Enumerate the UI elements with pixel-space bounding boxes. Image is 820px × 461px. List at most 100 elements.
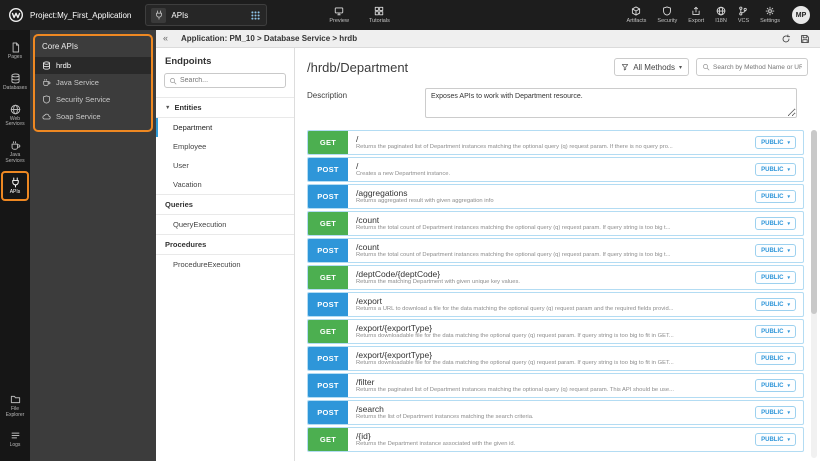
endpoint-row[interactable]: GET/export/{exportType} Returns downloada… <box>307 319 804 344</box>
endpoint-text: /{id} Returns the Department instance ass… <box>356 431 747 448</box>
endpoints-section-queries[interactable]: Queries <box>156 194 294 215</box>
core-api-label: Java Service <box>56 78 99 87</box>
chevron-down-icon: ▼ <box>165 104 171 111</box>
endpoints-search-input[interactable] <box>180 77 281 84</box>
topbar-tutorials-button[interactable]: Tutorials <box>369 6 390 24</box>
topbar-preview-button[interactable]: Preview <box>329 6 349 24</box>
collapse-panel-icon[interactable]: « <box>163 34 168 43</box>
method-search-input[interactable] <box>713 63 802 71</box>
breadcrumb-actions <box>781 34 810 44</box>
endpoint-row[interactable]: GET/deptCode/{deptCode} Returns the match… <box>307 265 804 290</box>
method-badge: POST <box>308 185 348 208</box>
endpoint-text: /export Returns a URL to download a file … <box>356 296 747 313</box>
access-label: PUBLIC <box>761 436 784 443</box>
endpoint-text: /export/{exportType} Returns downloadable… <box>356 350 747 367</box>
endpoint-row[interactable]: POST/search Returns the list of Departmen… <box>307 400 804 425</box>
access-dropdown[interactable]: PUBLIC ▾ <box>755 379 796 392</box>
method-badge: POST <box>308 293 348 316</box>
endpoint-item-user[interactable]: User <box>156 156 294 175</box>
access-label: PUBLIC <box>761 328 784 335</box>
endpoint-row[interactable]: POST/aggregations Returns aggregated resu… <box>307 184 804 209</box>
topbar-artifacts-button[interactable]: Artifacts <box>627 6 646 24</box>
access-dropdown[interactable]: PUBLIC ▾ <box>755 298 796 311</box>
endpoint-item-vacation[interactable]: Vacation <box>156 175 294 194</box>
method-badge: POST <box>308 239 348 262</box>
chevron-down-icon: ▾ <box>787 166 790 173</box>
endpoints-section-entities[interactable]: ▼ Entities <box>156 97 294 118</box>
chevron-down-icon: ▾ <box>678 64 682 71</box>
endpoint-description: Returns the total count of Department in… <box>356 251 671 258</box>
endpoint-row[interactable]: POST/export/{exportType} Returns download… <box>307 346 804 371</box>
endpoint-item-procedureexecution[interactable]: ProcedureExecution <box>156 255 294 274</box>
sidebar-item-pages[interactable]: Pages <box>1 36 29 67</box>
topbar-center: Preview Tutorials <box>329 6 390 24</box>
endpoint-description: Returns the list of Department instances… <box>356 413 534 420</box>
access-dropdown[interactable]: PUBLIC ▾ <box>755 163 796 176</box>
topbar-export-button[interactable]: Export <box>688 6 704 24</box>
topbar-i18n-button[interactable]: I18N <box>715 6 727 24</box>
main-header: /hrdb/Department All Methods ▾ <box>295 48 820 82</box>
access-dropdown[interactable]: PUBLIC ▾ <box>755 352 796 365</box>
endpoint-item-queryexecution[interactable]: QueryExecution <box>156 215 294 234</box>
sidebar-item-logs[interactable]: Logs <box>1 424 29 455</box>
topbar-settings-button[interactable]: Settings <box>760 6 780 24</box>
access-dropdown[interactable]: PUBLIC ▾ <box>755 217 796 230</box>
rail-bottom-group: File Explorer Logs <box>1 388 29 455</box>
breadcrumb-bar: « Application: PM_10 > Database Service … <box>156 30 820 48</box>
main-content: /hrdb/Department All Methods ▾ Descripti… <box>295 48 820 461</box>
sidebar-item-java-services[interactable]: Java Services <box>1 134 29 171</box>
access-dropdown[interactable]: PUBLIC ▾ <box>755 406 796 419</box>
sidebar-item-apis[interactable]: APIs <box>1 170 29 202</box>
endpoint-path: /export/{exportType} <box>356 349 433 360</box>
topbar-i18n-label: I18N <box>715 18 727 24</box>
globe-icon <box>10 104 21 115</box>
resource-title: /hrdb/Department <box>307 59 409 75</box>
sidebar-item-web-services[interactable]: Web Services <box>1 98 29 135</box>
avatar[interactable]: MP <box>792 6 810 24</box>
scrollbar[interactable] <box>811 130 817 458</box>
scrollbar-thumb[interactable] <box>811 130 817 314</box>
core-api-hrdb[interactable]: hrdb <box>35 57 151 74</box>
endpoint-row[interactable]: POST / Creates a new Department instance. P… <box>307 157 804 182</box>
access-dropdown[interactable]: PUBLIC ▾ <box>755 325 796 338</box>
grid-icon[interactable] <box>250 10 261 21</box>
endpoint-row[interactable]: POST/filter Returns the paginated list of… <box>307 373 804 398</box>
endpoint-description: Returns downloadable file for the data m… <box>356 359 674 366</box>
sidebar-item-file-explorer[interactable]: File Explorer <box>1 388 29 425</box>
endpoint-row[interactable]: GET/count Returns the total count of Depa… <box>307 211 804 236</box>
pages-icon <box>10 42 21 53</box>
core-api-security-service[interactable]: Security Service <box>35 91 151 108</box>
access-dropdown[interactable]: PUBLIC ▾ <box>755 190 796 203</box>
chevron-down-icon: ▾ <box>787 301 790 308</box>
description-textarea[interactable]: Exposes APIs to work with Department res… <box>425 88 797 118</box>
endpoint-row[interactable]: POST/count Returns the total count of Dep… <box>307 238 804 263</box>
topbar-security-label: Security <box>657 18 678 24</box>
save-icon[interactable] <box>800 34 810 44</box>
access-dropdown[interactable]: PUBLIC ▾ <box>755 433 796 446</box>
topbar: Project:My_First_Application APIs Previe… <box>0 0 820 30</box>
endpoint-row[interactable]: GET /{id} Returns the Department instance … <box>307 427 804 452</box>
method-badge: POST <box>308 401 348 424</box>
endpoint-item-employee[interactable]: Employee <box>156 137 294 156</box>
access-dropdown[interactable]: PUBLIC ▾ <box>755 244 796 257</box>
core-api-java-service[interactable]: Java Service <box>35 74 151 91</box>
methods-filter-label: All Methods <box>633 62 675 72</box>
search-icon <box>702 63 710 71</box>
endpoint-row[interactable]: POST/export Returns a URL to download a f… <box>307 292 804 317</box>
method-badge: GET <box>308 266 348 289</box>
sidebar-item-databases[interactable]: Databases <box>1 67 29 98</box>
core-api-soap-service[interactable]: Soap Service <box>35 108 151 125</box>
endpoint-item-department[interactable]: Department <box>156 118 294 137</box>
topbar-vcs-button[interactable]: VCS <box>738 6 749 24</box>
access-dropdown[interactable]: PUBLIC ▾ <box>755 271 796 284</box>
methods-filter-dropdown[interactable]: All Methods ▾ <box>614 58 689 76</box>
workspace-selector[interactable]: APIs <box>145 4 268 26</box>
access-label: PUBLIC <box>761 274 784 281</box>
refresh-icon[interactable] <box>781 34 791 44</box>
monitor-icon <box>334 6 344 16</box>
access-dropdown[interactable]: PUBLIC ▾ <box>755 136 796 149</box>
endpoint-row[interactable]: GET / Returns the paginated list of Depart… <box>307 130 804 155</box>
endpoints-section-procedures[interactable]: Procedures <box>156 234 294 255</box>
left-rail: Pages Databases Web Services Java Services A… <box>0 30 30 461</box>
topbar-security-button[interactable]: Security <box>657 6 677 24</box>
